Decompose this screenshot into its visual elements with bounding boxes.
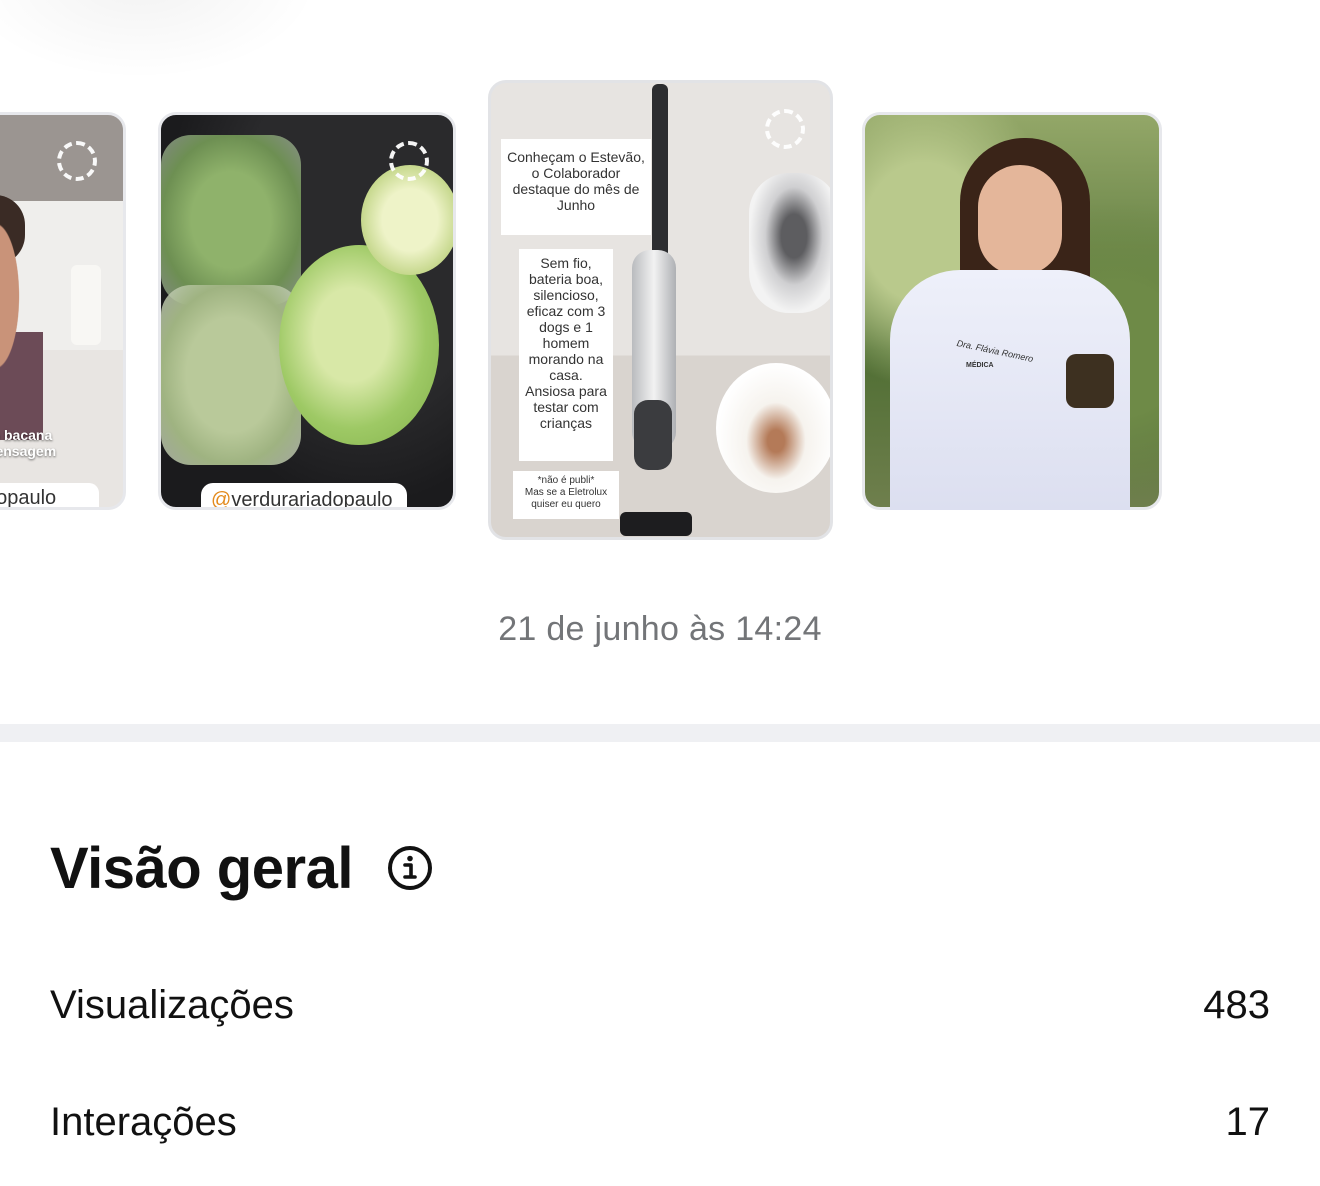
story-text-box-top: Conheçam o Estevão, o Colaborador destaq…	[501, 139, 651, 235]
story-timestamp: 21 de junho às 14:24	[498, 610, 822, 648]
dog-white	[716, 363, 830, 493]
story-mention-tag: @verdurariadopaulo	[201, 483, 407, 507]
stat-value: 17	[1225, 1099, 1271, 1144]
story-text-box-middle: Sem fio, bateria boa, silencioso, eficaz…	[519, 249, 613, 461]
vegetable-bag-greens	[161, 135, 301, 305]
lettuce-small	[361, 165, 453, 275]
story-caption: ito bacana mensagem	[0, 427, 57, 459]
story-mention-tag: dopaulo	[0, 483, 99, 507]
stat-label: Visualizações	[50, 982, 294, 1027]
loading-spinner-icon	[57, 141, 97, 181]
loading-spinner-icon	[765, 109, 805, 149]
loading-spinner-icon	[389, 141, 429, 181]
info-icon[interactable]	[386, 844, 434, 892]
lettuce	[279, 245, 439, 445]
section-divider	[0, 724, 1320, 742]
story-image-towel	[71, 265, 101, 345]
stat-value: 483	[1203, 982, 1270, 1027]
stat-row-interactions[interactable]: Interações 17	[50, 1097, 1270, 1147]
stat-row-views[interactable]: Visualizações 483	[50, 980, 1270, 1030]
vegetable-bag-broccoli	[161, 285, 301, 465]
coat-badge-emblem	[1066, 354, 1114, 408]
story-text-box-bottom: *não é publi* Mas se a Eletrolux quiser …	[513, 471, 619, 519]
story-thumbnail-1[interactable]: ito bacana mensagem dopaulo	[0, 112, 126, 510]
doctor-face	[978, 165, 1062, 275]
vacuum-head	[620, 512, 692, 536]
story-thumbnail-2[interactable]: @verdurariadopaulo	[158, 112, 456, 510]
vacuum-canister	[634, 400, 672, 470]
stat-label: Interações	[50, 1099, 237, 1144]
coat-embroidery-name: Dra. Flávia Romero	[955, 337, 1035, 365]
story-image-person	[0, 200, 43, 440]
background-shadow	[0, 0, 320, 80]
coat-embroidery-title: MÉDICA	[966, 362, 994, 369]
overview-title: Visão geral	[50, 836, 353, 901]
dog-gray	[749, 173, 830, 313]
